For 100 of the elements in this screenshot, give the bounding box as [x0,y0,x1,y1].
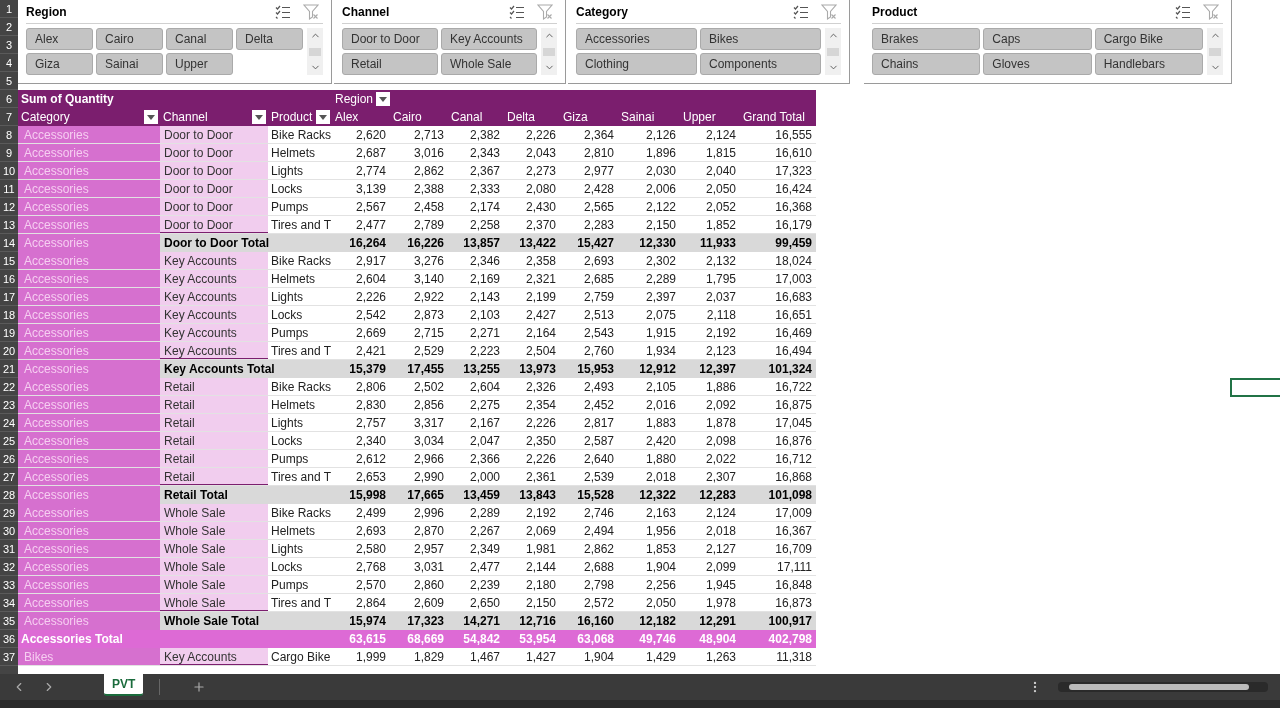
multi-select-icon[interactable] [1175,4,1191,19]
value-cell-text: 15,528 [576,487,615,504]
value-cell-text: 2,693 [354,523,387,539]
slicer-item[interactable]: Cargo Bike [1094,28,1203,50]
category-cell: Accessories [18,126,160,143]
value-cell-text: 2,499 [354,505,387,521]
slicer-item[interactable]: Sainai [96,53,163,75]
value-cell-text: 2,830 [354,397,387,413]
product-cell-text: Lights [270,163,305,179]
slicer-item[interactable]: Delta [236,28,303,50]
value-cell-text: 2,226 [524,415,557,431]
slicer-item[interactable]: Brakes [872,28,981,50]
value-cell-text: 2,542 [354,307,387,323]
slicer-item[interactable]: Clothing [576,53,697,75]
slicer-item[interactable]: Gloves [983,53,1092,75]
scroll-thumb[interactable] [309,47,321,56]
slicer-item[interactable]: Accessories [576,28,697,50]
value-cell-text: 17,323 [774,163,813,179]
value-cell-text: 2,502 [412,379,445,395]
value-cell-text: 16,179 [774,217,813,233]
value-cell-text: 2,774 [354,163,387,179]
value-cell-text: 15,998 [348,487,387,504]
channel-cell: Retail [160,432,268,449]
horizontal-scrollbar[interactable] [1058,682,1268,692]
channel-cell: Retail [160,414,268,431]
value-cell-text: 2,957 [412,541,445,557]
value-cell-text: 2,990 [412,469,445,485]
clear-filter-icon[interactable] [821,3,837,20]
value-cell-text: 15,379 [348,361,387,378]
value-cell-text: 1,886 [704,379,737,395]
category-cell: Bikes [18,648,160,665]
product-cell-text: Lights [270,289,305,305]
filter-dropdown-button[interactable] [144,110,158,124]
value-cell-text: 2,543 [582,325,615,341]
value-cell-text: 13,422 [518,235,557,252]
value-field-label: Sum of Quantity [20,91,115,108]
slicer-item[interactable]: Giza [26,53,93,75]
product-cell-text: Locks [270,181,304,197]
selected-cell[interactable] [1230,378,1280,397]
slicer-scrollbar[interactable] [1207,28,1223,75]
slicer-item[interactable]: Canal [166,28,233,50]
value-cell-text: 2,030 [644,163,677,179]
value-cell-text: 13,459 [462,487,501,504]
slicer-item[interactable]: Components [700,53,821,75]
value-cell-text: 3,317 [412,415,445,431]
slicer-item[interactable]: Whole Sale [441,53,537,75]
value-cell-text: 2,132 [704,253,737,269]
column-field-label: Region [334,91,374,108]
slicer-item[interactable]: Upper [166,53,233,75]
value-cell-text: 2,126 [644,127,677,143]
value-cell-text: 2,996 [412,505,445,521]
value-cell-text: 3,139 [354,181,387,197]
product-cell-text: Tires and T [270,595,332,611]
value-cell-text: 2,307 [704,469,737,485]
sheet-tab[interactable]: PVT [104,674,144,696]
value-cell-text: 2,326 [524,379,557,395]
value-cell-text: 2,192 [524,505,557,521]
category-cell: Accessories [18,576,160,593]
slicer-scrollbar[interactable] [825,28,841,75]
slicer-scrollbar[interactable] [307,28,323,75]
slicer-item[interactable]: Alex [26,28,93,50]
slicer-item[interactable]: Door to Door [342,28,438,50]
value-cell-text: 2,180 [524,577,557,593]
filter-dropdown-button[interactable] [316,110,330,124]
filter-dropdown-button[interactable] [252,110,266,124]
clear-filter-icon[interactable] [303,3,319,20]
value-cell-text: 2,810 [582,145,615,161]
value-cell-text: 2,199 [524,289,557,305]
product-cell-text: Pumps [270,199,310,215]
value-cell-text: 2,075 [644,307,677,323]
product-cell-text: Helmets [270,145,316,161]
slicer-scrollbar[interactable] [541,28,557,75]
filter-dropdown-button[interactable] [376,92,391,106]
slicer-item[interactable]: Retail [342,53,438,75]
clear-filter-icon[interactable] [537,3,553,20]
slicer-item[interactable]: Bikes [700,28,821,50]
slicer-item[interactable]: Caps [983,28,1092,50]
product-cell-text: Locks [270,559,304,575]
value-cell-text: 17,045 [774,415,813,431]
value-cell-text: 2,302 [644,253,677,269]
scroll-thumb[interactable] [827,47,839,56]
column-header: Delta [506,109,536,126]
category-cell: Accessories [18,324,160,341]
multi-select-icon[interactable] [275,4,291,19]
scroll-thumb[interactable] [1209,47,1221,56]
clear-filter-icon[interactable] [1203,3,1219,20]
product-cell-text: Tires and T [270,217,332,233]
scroll-thumb[interactable] [543,47,555,56]
slicer-item[interactable]: Chains [872,53,981,75]
value-cell-text: 2,713 [412,127,445,143]
slicer-title: Category [576,3,629,21]
value-cell-text: 1,904 [582,649,615,665]
value-cell-text: 1,878 [704,415,737,431]
slicer-item[interactable]: Handlebars [1094,53,1203,75]
product-cell-text: Helmets [270,523,316,539]
multi-select-icon[interactable] [509,4,525,19]
slicer-item[interactable]: Cairo [96,28,163,50]
slicer-item[interactable]: Key Accounts [441,28,537,50]
value-cell-text: 1,934 [644,343,677,359]
multi-select-icon[interactable] [793,4,809,19]
